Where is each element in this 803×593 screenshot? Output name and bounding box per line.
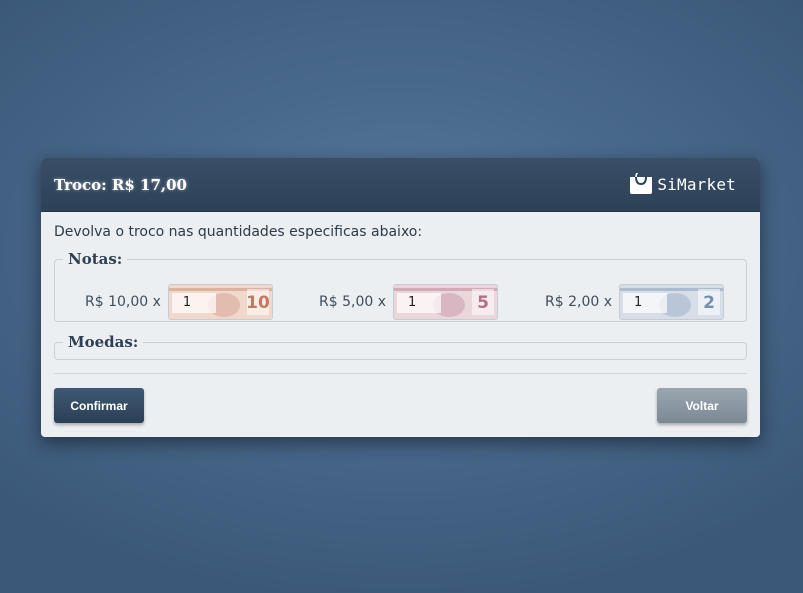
- note-quantity-input[interactable]: [394, 285, 497, 319]
- note-label: R$ 2,00 x: [545, 294, 612, 310]
- note-quantity-input[interactable]: [168, 285, 272, 319]
- note-label: R$ 5,00 x: [319, 294, 386, 310]
- note-quantity-field: 5: [393, 284, 498, 320]
- coins-fieldset: Moedas:: [54, 333, 747, 360]
- note-quantity-field: 2: [619, 284, 724, 320]
- note-item: R$ 5,00 x 5: [319, 284, 498, 320]
- notes-legend: Notas:: [68, 250, 123, 268]
- dialog-header: Troco: R$ 17,00 SiMarket: [41, 158, 760, 212]
- change-dialog: Troco: R$ 17,00 SiMarket Devolva o troco…: [41, 158, 760, 437]
- note-item: R$ 10,00 x 10: [85, 284, 273, 320]
- confirm-button[interactable]: Confirmar: [54, 388, 144, 423]
- brand-logo: SiMarket: [628, 173, 736, 195]
- divider: [54, 373, 747, 374]
- notes-row: R$ 10,00 x 10 R$ 5,00 x 5 R$ 2,00 x 2: [55, 284, 746, 320]
- notes-fieldset: Notas: R$ 10,00 x 10 R$ 5,00 x 5 R$ 2,00 x 2: [54, 250, 747, 322]
- brand-name: SiMarket: [657, 174, 736, 194]
- note-quantity-input[interactable]: [620, 285, 723, 319]
- instruction-text: Devolva o troco nas quantidades especifi…: [54, 224, 423, 240]
- coins-legend: Moedas:: [68, 333, 139, 351]
- back-button[interactable]: Voltar: [657, 388, 747, 423]
- shopping-bag-icon: [630, 173, 653, 194]
- note-label: R$ 10,00 x: [85, 294, 161, 310]
- note-quantity-field: 10: [167, 284, 273, 320]
- note-item: R$ 2,00 x 2: [545, 284, 724, 320]
- change-amount-title: Troco: R$ 17,00: [54, 176, 187, 194]
